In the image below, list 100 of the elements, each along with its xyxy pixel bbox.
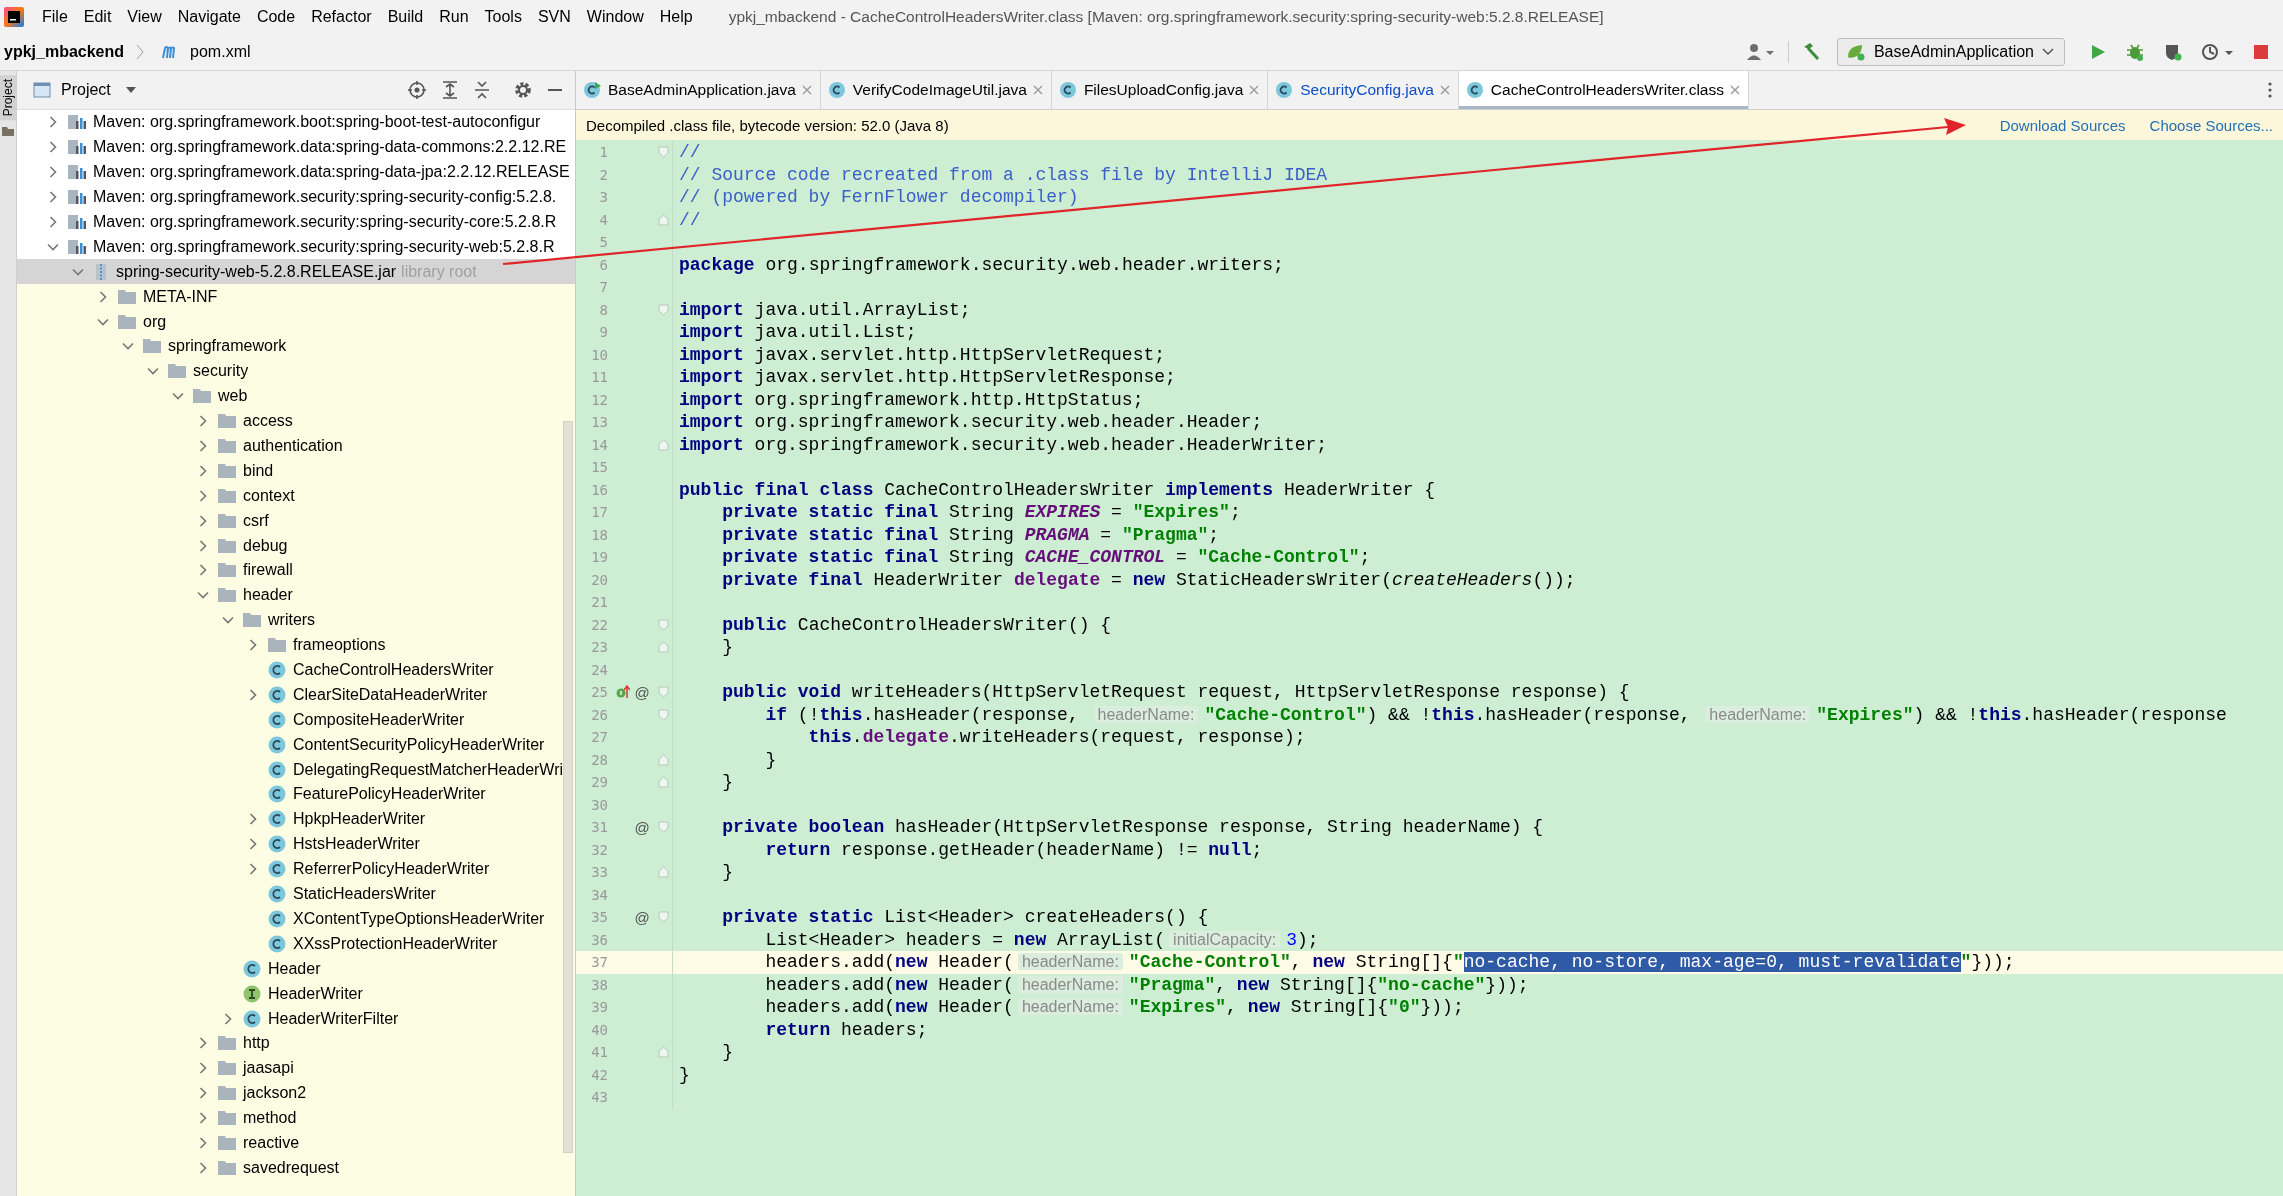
chevron-icon[interactable] <box>197 539 209 552</box>
notice-text: Decompiled .class file, bytecode version: 52.0 (Java 8) <box>586 116 949 134</box>
close-icon[interactable] <box>1730 85 1740 95</box>
menu-item[interactable]: Code <box>248 8 304 26</box>
close-icon[interactable] <box>1439 85 1450 95</box>
close-icon[interactable] <box>1249 85 1260 95</box>
menu-item[interactable]: Help <box>651 8 701 26</box>
folder-icon <box>217 587 237 604</box>
class-icon <box>1057 80 1078 100</box>
run-config-dropdown[interactable]: BaseAdminApplication <box>1836 38 2065 66</box>
code-line: public CacheControlHeadersWriter() { <box>721 614 1112 635</box>
menu-item[interactable]: Window <box>578 8 652 26</box>
coverage-icon[interactable] <box>2163 42 2183 62</box>
tree-label: security <box>193 362 249 381</box>
stop-icon[interactable] <box>2253 44 2269 60</box>
tree-row[interactable]: Maven: org.springframework.boot:spring-boot-test-autoconfigur <box>17 110 575 135</box>
menu-item[interactable]: Navigate <box>169 8 249 26</box>
run-icon[interactable] <box>2089 43 2107 61</box>
tree-row[interactable]: Maven: org.springframework.data:spring-data-commons:2.2.12.RE <box>17 134 575 160</box>
menu-item[interactable]: File <box>34 8 76 26</box>
tool-window-tab[interactable]: Project <box>0 75 16 121</box>
chevron-icon[interactable] <box>47 116 59 129</box>
class-icon <box>267 809 287 830</box>
chevron-icon[interactable] <box>197 415 209 428</box>
annotation-marker[interactable]: @ <box>634 683 650 701</box>
close-icon[interactable] <box>1032 85 1043 95</box>
chevron-icon[interactable] <box>247 838 259 851</box>
chevron-icon[interactable] <box>97 290 109 303</box>
breadcrumb-item[interactable]: ypkj_mbackend <box>4 43 125 61</box>
chevron-icon[interactable] <box>197 440 209 452</box>
chevron-icon[interactable] <box>197 1112 209 1125</box>
profiler-icon[interactable] <box>2201 42 2235 62</box>
code-line: private static final String EXPIRES = "Expires"; <box>721 502 1241 523</box>
tree-label: DelegatingRequestMatcherHeaderWri <box>293 760 564 779</box>
chevron-icon[interactable] <box>247 688 259 701</box>
library-icon <box>67 213 87 231</box>
chevron-icon[interactable] <box>47 166 59 179</box>
user-icon[interactable] <box>1745 43 1776 61</box>
code-line: public void writeHeaders(HttpServletRequest request, HttpServletResponse response) { <box>721 682 1630 703</box>
tree-row[interactable]: Maven: org.springframework.security:spring-security-config:5.2.8. <box>17 184 575 210</box>
folder-icon <box>217 1035 237 1052</box>
more-icon[interactable] <box>2267 81 2273 99</box>
tree-row[interactable]: Maven: org.springframework.security:spring-security-core:5.2.8.R <box>17 209 575 235</box>
chevron-icon[interactable] <box>197 464 209 477</box>
chevron-icon[interactable] <box>47 216 59 228</box>
line-number: 43 <box>590 1089 608 1106</box>
code-line: } <box>721 1042 733 1063</box>
class-icon <box>267 859 287 880</box>
chevron-icon[interactable] <box>197 1062 209 1075</box>
line-number: 40 <box>590 1021 608 1038</box>
class-icon <box>1464 80 1485 100</box>
folder-icon <box>217 413 237 430</box>
tree-row[interactable]: Maven: org.springframework.data:spring-data-jpa:2.2.12.RELEASE <box>17 159 575 185</box>
scrollbar[interactable] <box>563 421 573 1153</box>
expand-all-icon[interactable] <box>441 80 459 100</box>
notice-link[interactable]: Download Sources <box>1999 116 2126 134</box>
menu-item[interactable]: Run <box>431 8 477 26</box>
app-icon <box>582 80 602 100</box>
close-icon[interactable] <box>801 85 812 95</box>
chevron-icon[interactable] <box>197 514 209 527</box>
annotation-marker[interactable]: @ <box>634 908 650 926</box>
chevron-icon[interactable] <box>197 1037 209 1050</box>
chevron-icon[interactable] <box>197 489 209 502</box>
notice-link[interactable]: Choose Sources... <box>2149 116 2273 134</box>
annotation-marker[interactable]: @ <box>634 818 650 836</box>
chevron-icon[interactable] <box>47 141 59 154</box>
caret-icon[interactable] <box>124 86 137 94</box>
library-icon <box>67 113 87 132</box>
code-line: } <box>679 1064 690 1085</box>
code-line: // <box>679 209 701 230</box>
class-icon <box>267 684 287 705</box>
debug-icon[interactable] <box>2125 42 2145 62</box>
chevron-icon[interactable] <box>247 639 259 652</box>
line-number: 8 <box>598 301 608 318</box>
menu-item[interactable]: Build <box>379 8 432 26</box>
class-icon <box>267 759 287 780</box>
menu-item[interactable]: View <box>119 8 170 26</box>
chevron-icon[interactable] <box>197 564 209 577</box>
menu-item[interactable]: Refactor <box>303 8 380 26</box>
breadcrumb-item[interactable]: pom.xml <box>190 43 251 61</box>
line-number: 19 <box>590 549 608 566</box>
locate-icon[interactable] <box>407 80 427 100</box>
window-icon <box>33 82 51 98</box>
menu-item[interactable]: Tools <box>476 8 530 26</box>
chevron-icon[interactable] <box>197 1161 209 1174</box>
editor-tab[interactable]: CacheControlHeadersWriter.class <box>1458 71 1749 109</box>
chevron-icon[interactable] <box>222 1012 234 1025</box>
chevron-icon[interactable] <box>247 813 259 826</box>
tree-row[interactable]: Maven: org.springframework.security:spring-security-web:5.2.8.R <box>17 234 575 260</box>
class-icon <box>242 958 262 979</box>
collapse-all-icon[interactable] <box>473 80 491 100</box>
chevron-icon[interactable] <box>197 1087 209 1100</box>
settings-icon[interactable] <box>513 80 533 100</box>
chevron-icon[interactable] <box>47 191 59 204</box>
chevron-icon[interactable] <box>247 863 259 876</box>
folder-icon <box>217 537 237 554</box>
implements-icon[interactable] <box>616 684 630 701</box>
chevron-icon[interactable] <box>197 1136 209 1149</box>
menu-item[interactable]: Edit <box>75 8 120 26</box>
menu-item[interactable]: SVN <box>529 8 579 26</box>
